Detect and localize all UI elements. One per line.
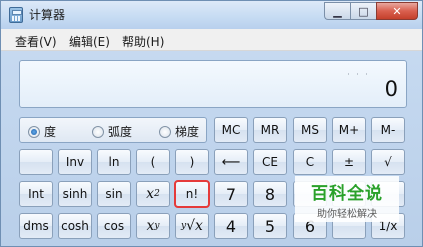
digit-7-button[interactable]: 7	[214, 181, 248, 207]
close-paren-button[interactable]: )	[175, 149, 209, 175]
cos-button[interactable]: cos	[97, 213, 131, 239]
radio-degrees-label: 度	[44, 125, 57, 139]
maximize-button[interactable]: □	[350, 2, 376, 20]
sinh-button[interactable]: sinh	[58, 181, 92, 207]
factorial-button[interactable]: n!	[174, 180, 210, 208]
minimize-button[interactable]: ▁	[324, 2, 350, 20]
calculator-icon	[9, 7, 23, 23]
angle-mode-group: 度 弧度 梯度	[19, 117, 207, 143]
radio-radians[interactable]: 弧度	[92, 123, 132, 140]
digit-5-button[interactable]: 5	[253, 213, 287, 239]
int-button[interactable]: Int	[19, 181, 53, 207]
radio-gradians[interactable]: 梯度	[159, 123, 199, 140]
menu-help[interactable]: 帮助(H)	[122, 33, 164, 50]
window-title: 计算器	[29, 8, 66, 22]
watermark: 百科全说 助你轻松解决	[295, 176, 399, 222]
calculator-window: 计算器 ▁ □ ✕ 查看(V) 编辑(E) 帮助(H) 0 度 弧度 梯度 MC…	[0, 0, 423, 247]
watermark-subtitle: 助你轻松解决	[317, 208, 377, 220]
radio-degrees-dot[interactable]	[28, 125, 40, 138]
menu-bar: 查看(V) 编辑(E) 帮助(H)	[1, 29, 422, 51]
display-history-dots	[348, 73, 368, 75]
digit-4-button[interactable]: 4	[214, 213, 248, 239]
memory-subtract-button[interactable]: M-	[371, 117, 405, 143]
plus-minus-button[interactable]: ±	[332, 149, 366, 175]
close-button[interactable]: ✕	[376, 2, 418, 20]
clear-button[interactable]: C	[293, 149, 327, 175]
dms-button[interactable]: dms	[19, 213, 53, 239]
clear-entry-button[interactable]: CE	[253, 149, 287, 175]
title-bar[interactable]: 计算器 ▁ □ ✕	[1, 1, 422, 29]
open-paren-button[interactable]: (	[136, 149, 170, 175]
display-value: 0	[384, 77, 398, 101]
window-controls: ▁ □ ✕	[324, 2, 418, 20]
digit-8-button[interactable]: 8	[253, 181, 287, 207]
x-squared-button[interactable]: x2	[136, 181, 170, 207]
menu-edit[interactable]: 编辑(E)	[69, 33, 110, 50]
inv-button[interactable]: Inv	[58, 149, 92, 175]
result-display: 0	[19, 60, 407, 108]
x-power-y-button[interactable]: xy	[136, 213, 170, 239]
blank-button[interactable]	[19, 149, 53, 175]
radio-radians-dot[interactable]	[92, 125, 104, 138]
watermark-title: 百科全说	[311, 183, 383, 204]
y-root-x-button[interactable]: y √x	[175, 213, 209, 239]
radio-gradians-dot[interactable]	[159, 125, 171, 138]
square-root-button[interactable]: √	[371, 149, 405, 175]
radio-gradians-label: 梯度	[175, 125, 200, 139]
memory-add-button[interactable]: M+	[332, 117, 366, 143]
menu-view[interactable]: 查看(V)	[15, 33, 57, 50]
memory-store-button[interactable]: MS	[293, 117, 327, 143]
memory-recall-button[interactable]: MR	[253, 117, 287, 143]
memory-clear-button[interactable]: MC	[214, 117, 248, 143]
backspace-button[interactable]: ⟵	[214, 149, 248, 175]
radio-degrees[interactable]: 度	[28, 123, 56, 140]
radio-radians-label: 弧度	[108, 125, 133, 139]
sin-button[interactable]: sin	[97, 181, 131, 207]
cosh-button[interactable]: cosh	[58, 213, 92, 239]
ln-button[interactable]: ln	[97, 149, 131, 175]
